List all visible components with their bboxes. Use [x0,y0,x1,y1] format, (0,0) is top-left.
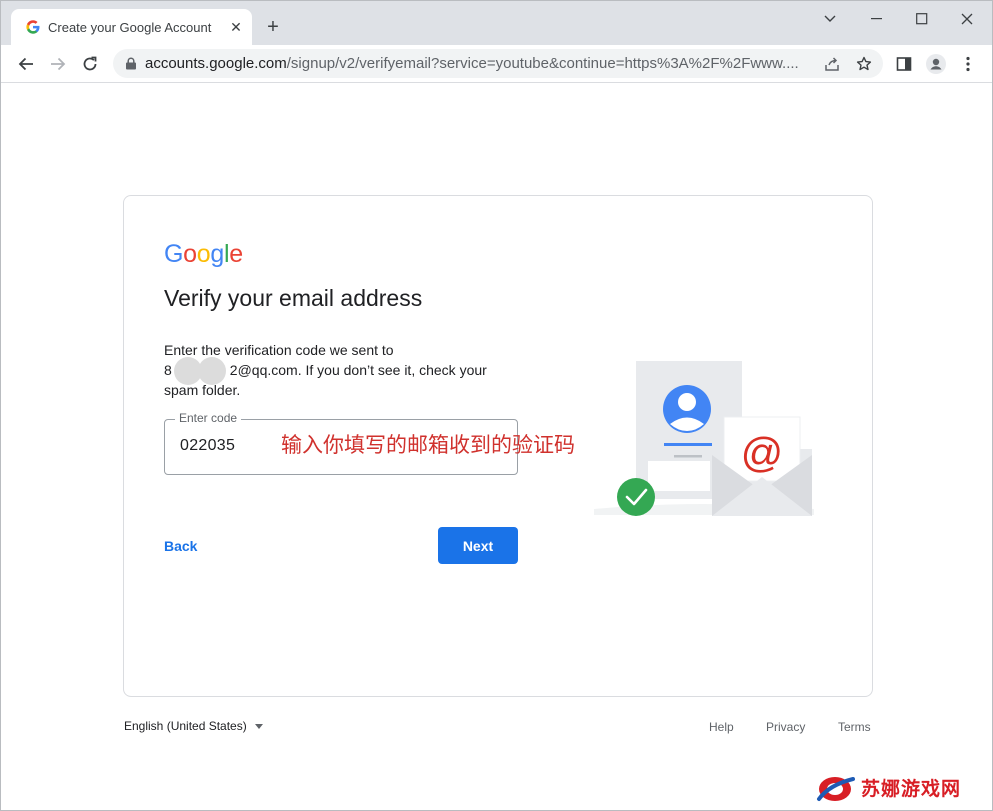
more-menu-icon[interactable] [958,54,978,74]
back-button[interactable]: Back [154,528,226,564]
tab-title: Create your Google Account [48,20,212,35]
svg-text:@: @ [741,429,784,476]
browser-tab[interactable]: Create your Google Account ✕ [11,9,252,45]
close-window-icon[interactable] [955,7,979,31]
logo-letter: g [210,240,224,268]
help-link[interactable]: Help [709,720,734,734]
code-field-value: 022035 [180,437,236,454]
logo-letter: e [229,240,243,268]
next-button[interactable]: Next [438,527,518,564]
privacy-link[interactable]: Privacy [766,720,805,734]
profile-avatar-icon[interactable] [926,54,946,74]
language-dropdown-icon [254,723,263,729]
email-suffix: 2@qq.com. If you don’t see it, check you… [229,362,487,378]
email-prefix: 8 [164,362,172,378]
url-host: accounts.google.com [145,55,287,72]
url-text: accounts.google.com/signup/v2/verifyemai… [145,55,815,72]
lock-icon[interactable] [125,57,137,70]
back-arrow-icon[interactable] [15,53,37,75]
browser-toolbar: accounts.google.com/signup/v2/verifyemai… [1,45,992,83]
tab-strip: Create your Google Account ✕ + [1,1,992,45]
signup-card: Google Verify your email address Enter t… [123,195,873,697]
google-favicon-icon [26,20,40,34]
watermark-text: 苏娜游戏网 [861,777,962,800]
language-label: English (United States) [124,719,247,733]
google-logo: Google [164,240,243,269]
forward-arrow-icon[interactable] [47,53,69,75]
language-selector[interactable]: English (United States) [124,719,263,733]
new-tab-icon[interactable]: + [263,17,283,37]
logo-letter: G [164,240,184,268]
watermark-logo-icon [817,777,855,801]
share-icon[interactable] [823,55,841,73]
tab-close-icon[interactable]: ✕ [228,19,244,35]
browser-window: Create your Google Account ✕ + accounts.… [0,0,993,811]
email-verification-illustration-icon: @ [594,361,814,516]
site-watermark: 苏娜游戏网 [815,767,961,807]
logo-letter: o [183,240,197,268]
minimize-icon[interactable] [865,7,889,31]
description-line-2: 8 2@qq.com. If you don’t see it, check yo… [164,357,504,386]
verification-description: Enter the verification code we sent to 8… [164,340,504,400]
terms-link[interactable]: Terms [838,720,871,734]
page-title: Verify your email address [164,285,423,311]
bookmark-star-icon[interactable] [855,55,873,73]
maximize-icon[interactable] [910,7,934,31]
tab-search-chevron-icon[interactable] [818,7,842,31]
redacted-email-mask [172,357,230,386]
annotation-text: 输入你填写的邮箱收到的验证码 [281,433,575,457]
code-field-label: Enter code [175,411,242,425]
url-path: /signup/v2/verifyemail?service=youtube&c… [286,55,799,72]
logo-letter: o [196,240,211,268]
reload-icon[interactable] [79,53,101,75]
side-panel-icon[interactable] [894,54,914,74]
address-bar[interactable]: accounts.google.com/signup/v2/verifyemai… [113,49,883,78]
